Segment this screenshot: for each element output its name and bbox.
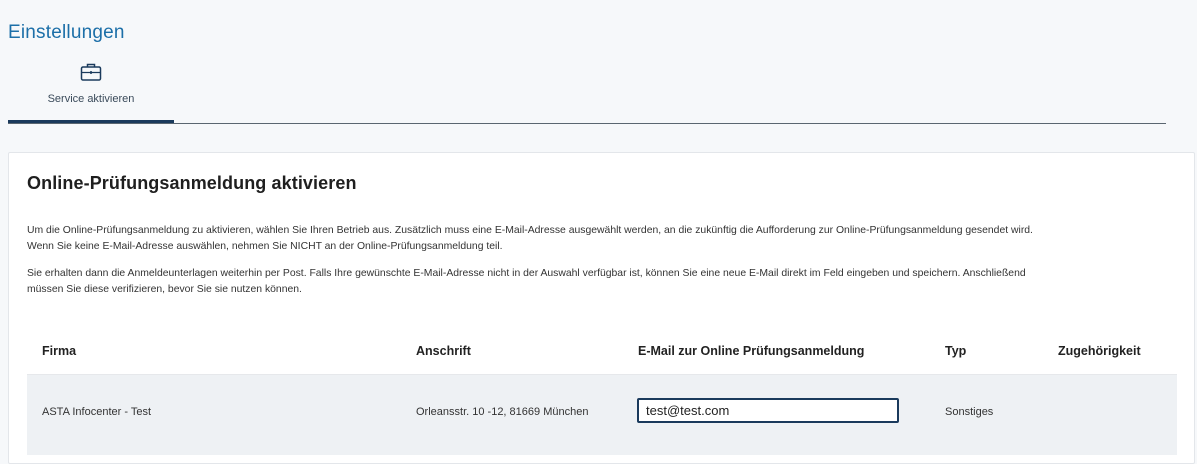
info-paragraph: Sie erhalten dann die Anmeldeunterlagen …: [27, 266, 1177, 297]
briefcase-icon: [80, 63, 102, 81]
activation-card: Online-Prüfungsanmeldung aktivieren Um d…: [8, 152, 1195, 464]
table-row[interactable]: ASTA Infocenter - Test Orleansstr. 10 -1…: [27, 375, 1177, 455]
column-header-firma: Firma: [42, 344, 77, 358]
company-table: Firma Anschrift E-Mail zur Online Prüfun…: [27, 324, 1177, 455]
info-line-1: Sie erhalten dann die Anmeldeunterlagen …: [27, 268, 1026, 279]
tab-label: Service aktivieren: [47, 93, 135, 105]
column-header-anschrift: Anschrift: [416, 344, 471, 358]
page-title: Einstellungen: [8, 22, 125, 43]
intro-paragraph: Um die Online-Prüfungsanmeldung zu aktiv…: [27, 223, 1177, 254]
column-header-zugehoerigkeit: Zugehörigkeit: [1058, 344, 1141, 358]
intro-line-1: Um die Online-Prüfungsanmeldung zu aktiv…: [27, 225, 1033, 236]
cell-typ: Sonstiges: [945, 406, 994, 418]
column-header-typ: Typ: [945, 344, 967, 358]
tab-divider: [8, 123, 1166, 124]
card-title: Online-Prüfungsanmeldung aktivieren: [27, 173, 357, 193]
intro-line-2: Wenn Sie keine E-Mail-Adresse auswählen,…: [27, 240, 503, 252]
cell-firma: ASTA Infocenter - Test: [42, 406, 152, 418]
table-header: Firma Anschrift E-Mail zur Online Prüfun…: [27, 324, 1177, 375]
tab-service-aktivieren[interactable]: Service aktivieren: [8, 58, 174, 123]
info-line-2: müssen Sie diese verifizieren, bevor Sie…: [27, 283, 302, 295]
email-input[interactable]: [637, 398, 899, 423]
column-header-email: E-Mail zur Online Prüfungsanmeldung: [638, 344, 865, 358]
cell-anschrift: Orleansstr. 10 -12, 81669 München: [416, 406, 589, 418]
